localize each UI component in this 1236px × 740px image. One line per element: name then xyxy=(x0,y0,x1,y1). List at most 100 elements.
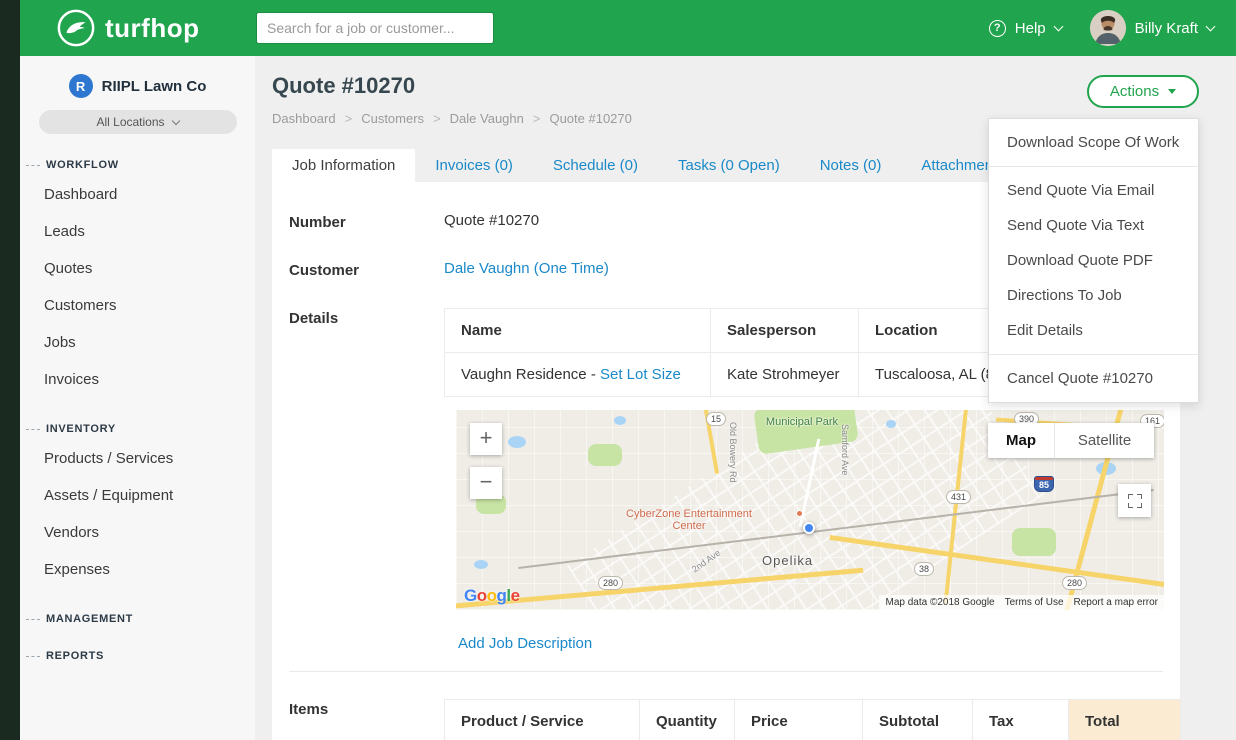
fullscreen-button[interactable] xyxy=(1118,484,1151,517)
actions-dropdown-menu: Download Scope Of Work Send Quote Via Em… xyxy=(988,118,1199,403)
map-label-municipal-park: Municipal Park xyxy=(762,416,842,428)
avatar xyxy=(1090,10,1126,46)
company: R RIIPL Lawn Co xyxy=(28,74,247,98)
nav-section-label: MANAGEMENT xyxy=(46,613,133,625)
sidebar-item-invoices[interactable]: Invoices xyxy=(20,361,255,398)
map-label-opelika: Opelika xyxy=(762,553,813,568)
menu-item-send-quote-via-text[interactable]: Send Quote Via Text xyxy=(989,208,1198,243)
customer-type-link[interactable]: (One Time) xyxy=(534,260,609,277)
items-table-header-row: Product / Service Quantity Price Subtota… xyxy=(445,700,1181,740)
tab-invoices[interactable]: Invoices (0) xyxy=(415,149,533,182)
map-water-area xyxy=(474,560,488,569)
nav-section-reports[interactable]: REPORTS xyxy=(26,650,255,662)
sidebar-item-vendors[interactable]: Vendors xyxy=(20,514,255,551)
top-bar: turfhop Help Billy Kraft xyxy=(0,0,1236,56)
tree-dash-icon xyxy=(26,619,40,620)
help-label: Help xyxy=(1015,20,1046,37)
map-park-area xyxy=(588,444,622,466)
menu-item-edit-details[interactable]: Edit Details xyxy=(989,313,1198,348)
breadcrumb-customers[interactable]: Customers xyxy=(361,111,424,126)
details-cell-name: Vaughn Residence - Set Lot Size xyxy=(445,353,711,397)
search-input[interactable] xyxy=(256,12,494,44)
menu-divider xyxy=(989,166,1198,167)
help-icon xyxy=(989,20,1006,37)
interstate-shield-85: 85 xyxy=(1034,476,1054,492)
sidebar-item-products-services[interactable]: Products / Services xyxy=(20,440,255,477)
set-lot-size-link[interactable]: Set Lot Size xyxy=(600,366,681,383)
breadcrumb-dale-vaughn[interactable]: Dale Vaughn xyxy=(450,111,524,126)
breadcrumb-dashboard[interactable]: Dashboard xyxy=(272,111,336,126)
sidebar-item-dashboard[interactable]: Dashboard xyxy=(20,176,255,213)
nav-section-management[interactable]: MANAGEMENT xyxy=(26,613,255,625)
items-header-product-service: Product / Service xyxy=(445,700,640,740)
tab-notes[interactable]: Notes (0) xyxy=(800,149,902,182)
map-park-area xyxy=(1012,528,1056,556)
zoom-out-button[interactable]: − xyxy=(470,467,502,499)
tree-dash-icon xyxy=(26,429,40,430)
menu-item-download-scope-of-work[interactable]: Download Scope Of Work xyxy=(989,125,1198,160)
number-value: Quote #10270 xyxy=(444,212,539,229)
tab-tasks[interactable]: Tasks (0 Open) xyxy=(658,149,800,182)
map-label-cyberzone: CyberZone Entertainment Center xyxy=(614,508,764,532)
map-water-area xyxy=(614,416,626,425)
map[interactable]: Municipal Park CyberZone Entertainment C… xyxy=(456,410,1164,610)
terms-of-use-link[interactable]: Terms of Use xyxy=(1005,597,1064,608)
tab-job-information[interactable]: Job Information xyxy=(272,149,415,182)
help-menu[interactable]: Help xyxy=(989,20,1062,37)
report-map-error-link[interactable]: Report a map error xyxy=(1074,597,1158,608)
zoom-in-button[interactable]: + xyxy=(470,423,502,455)
nav-section-label: INVENTORY xyxy=(46,423,116,435)
menu-item-directions-to-job[interactable]: Directions To Job xyxy=(989,278,1198,313)
items-header-tax: Tax xyxy=(973,700,1069,740)
map-marker-icon[interactable] xyxy=(803,522,815,534)
road-shield-280: 280 xyxy=(1062,576,1087,590)
menu-item-send-quote-via-email[interactable]: Send Quote Via Email xyxy=(989,173,1198,208)
map-water-area xyxy=(886,420,896,428)
menu-item-cancel-quote[interactable]: Cancel Quote #10270 xyxy=(989,361,1198,396)
google-logo[interactable]: Google xyxy=(464,586,520,606)
details-header-name: Name xyxy=(445,309,711,353)
tree-dash-icon xyxy=(26,656,40,657)
sidebar-item-customers[interactable]: Customers xyxy=(20,287,255,324)
chevron-down-icon xyxy=(171,117,179,125)
user-menu[interactable]: Billy Kraft xyxy=(1090,10,1214,46)
satellite-view-button[interactable]: Satellite xyxy=(1054,423,1154,458)
add-job-description-link[interactable]: Add Job Description xyxy=(458,635,592,652)
map-attribution: Map data ©2018 Google Terms of Use Repor… xyxy=(879,595,1164,610)
customer-label: Customer xyxy=(289,260,444,279)
user-name: Billy Kraft xyxy=(1135,20,1198,37)
tab-schedule[interactable]: Schedule (0) xyxy=(533,149,658,182)
tree-dash-icon xyxy=(26,165,40,166)
nav-section-label: WORKFLOW xyxy=(46,159,119,171)
topbar-right: Help Billy Kraft xyxy=(989,0,1214,56)
brand-name: turfhop xyxy=(105,13,199,44)
sidebar-item-jobs[interactable]: Jobs xyxy=(20,324,255,361)
sidebar-item-expenses[interactable]: Expenses xyxy=(20,551,255,588)
customer-name-link[interactable]: Dale Vaughn xyxy=(444,260,530,277)
items-row: Items Product / Service Quantity Price xyxy=(289,671,1163,740)
items-header-total: Total xyxy=(1069,700,1181,740)
breadcrumb-current: Quote #10270 xyxy=(549,111,631,126)
map-view-button[interactable]: Map xyxy=(988,423,1054,458)
road-shield-15: 15 xyxy=(706,412,726,426)
map-type-control: Map Satellite xyxy=(988,423,1154,458)
chevron-down-icon xyxy=(1206,21,1216,31)
map-data-credit: Map data ©2018 Google xyxy=(885,597,994,608)
details-header-salesperson: Salesperson xyxy=(711,309,859,353)
menu-item-download-quote-pdf[interactable]: Download Quote PDF xyxy=(989,243,1198,278)
items-content: Product / Service Quantity Price Subtota… xyxy=(444,699,1181,740)
caret-down-icon xyxy=(1168,89,1176,94)
sidebar-item-quotes[interactable]: Quotes xyxy=(20,250,255,287)
items-label: Items xyxy=(289,699,444,718)
breadcrumb-separator: > xyxy=(345,111,353,126)
brand[interactable]: turfhop xyxy=(56,0,199,56)
sidebar-item-assets-equipment[interactable]: Assets / Equipment xyxy=(20,477,255,514)
sidebar-item-leads[interactable]: Leads xyxy=(20,213,255,250)
edge-strip xyxy=(0,0,20,740)
actions-button[interactable]: Actions xyxy=(1087,75,1199,108)
location-selector[interactable]: All Locations xyxy=(39,110,237,134)
road-shield-431: 431 xyxy=(946,490,971,504)
main-content: Quote #10270 Dashboard > Customers > Dal… xyxy=(255,56,1236,740)
items-header-quantity: Quantity xyxy=(640,700,735,740)
job-name-text: Vaughn Residence - xyxy=(461,366,600,383)
